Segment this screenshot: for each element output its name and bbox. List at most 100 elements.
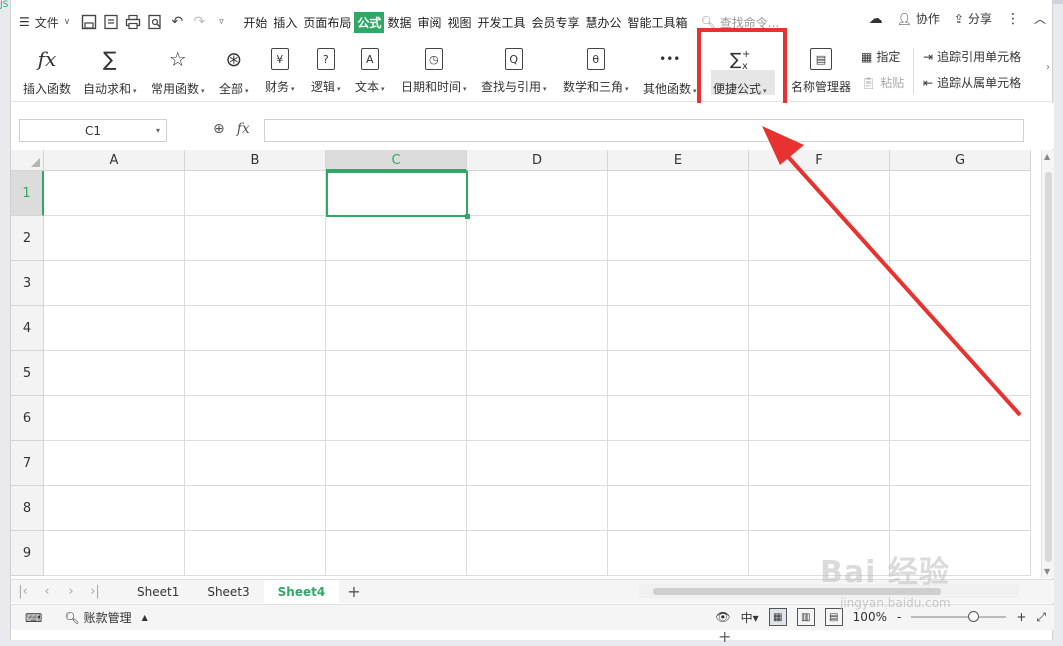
tab-page-layout[interactable]: 页面布局 [300,12,354,33]
row-header-4[interactable]: 4 [11,306,44,351]
next-sheet-icon[interactable]: › [59,584,83,599]
formula-input[interactable] [264,119,1024,142]
active-cell-highlight[interactable] [326,171,470,219]
cell-c7[interactable] [326,441,467,486]
print-preview-icon[interactable] [144,11,166,33]
column-header-d[interactable]: D [467,150,608,171]
cell-f8[interactable] [749,486,890,531]
prev-sheet-icon[interactable]: ‹ [35,584,59,599]
all-functions-button[interactable]: ⊛ 全部 ▾ [219,46,249,97]
print-icon[interactable] [122,11,144,33]
zoom-slider-knob[interactable] [968,611,980,622]
zoom-minus-button[interactable]: - [897,610,901,624]
cell-c3[interactable] [326,261,467,306]
normal-view-icon[interactable]: ▦ [768,608,787,626]
row-header-9[interactable]: 9 [11,531,44,576]
datetime-functions-button[interactable]: ◷ 日期和时间 ▾ [401,46,467,95]
zoom-plus-button[interactable]: + [1016,610,1026,624]
cell-d8[interactable] [467,486,608,531]
tab-formulas[interactable]: 公式 [354,11,385,33]
add-sheet-button[interactable]: + [347,582,360,601]
file-menu-button[interactable]: ☰ 文件 ∨ [11,9,78,35]
tab-view[interactable]: 视图 [444,12,474,33]
cell-d2[interactable] [467,216,608,261]
sheet-tab-sheet3[interactable]: Sheet3 [193,580,263,604]
lookup-functions-button[interactable]: Q 查找与引用 ▾ [481,46,547,95]
cell-a9[interactable] [44,531,185,576]
insert-function-button[interactable]: fx 插入函数 [23,46,71,97]
math-functions-button[interactable]: θ 数学和三角 ▾ [563,46,629,95]
macro-record-icon[interactable]: ⌨ [25,611,42,625]
tab-home[interactable]: 开始 [240,12,270,33]
column-header-g[interactable]: G [890,150,1031,171]
cell-a7[interactable] [44,441,185,486]
trace-dependents-button[interactable]: ⇤ 追踪从属单元格 [923,74,1021,91]
scroll-down-icon[interactable]: ▼ [1044,567,1050,576]
cell-b5[interactable] [185,351,326,396]
cell-g8[interactable] [890,486,1031,531]
row-header-3[interactable]: 3 [11,261,44,306]
vertical-scrollbar[interactable]: ▲ ▼ [1041,150,1054,578]
cell-d4[interactable] [467,306,608,351]
cell-f6[interactable] [749,396,890,441]
cell-a3[interactable] [44,261,185,306]
cell-b4[interactable] [185,306,326,351]
cell-g5[interactable] [890,351,1031,396]
zoom-formula-icon[interactable]: ⊕ [213,121,225,137]
cell-c2[interactable] [326,216,467,261]
cell-a8[interactable] [44,486,185,531]
fx-icon[interactable]: fx [237,121,250,137]
row-header-8[interactable]: 8 [11,486,44,531]
select-all-corner[interactable] [11,150,44,171]
tab-data[interactable]: 数据 [384,12,414,33]
account-management-button[interactable]: 🔍︎ 账款管理 ▲ [64,609,147,626]
cell-e5[interactable] [608,351,749,396]
cell-f1[interactable] [749,171,890,216]
cell-c5[interactable] [326,351,467,396]
cell-c6[interactable] [326,396,467,441]
column-header-a[interactable]: A [44,150,185,171]
cell-g1[interactable] [890,171,1031,216]
tab-insert[interactable]: 插入 [270,12,300,33]
sheet-tab-sheet1[interactable]: Sheet1 [123,580,193,604]
cell-a1[interactable] [44,171,185,216]
row-header-2[interactable]: 2 [11,216,44,261]
column-header-e[interactable]: E [608,150,749,171]
cell-e6[interactable] [608,396,749,441]
row-header-1[interactable]: 1 [11,171,44,216]
cell-b9[interactable] [185,531,326,576]
cell-d6[interactable] [467,396,608,441]
ribbon-scroll-right-icon[interactable]: › [1046,62,1050,73]
cell-b1[interactable] [185,171,326,216]
cell-g3[interactable] [890,261,1031,306]
name-box[interactable]: C1 ▾ [19,119,167,142]
cell-d1[interactable] [467,171,608,216]
cell-g7[interactable] [890,441,1031,486]
cloud-sync-icon[interactable]: ☁ [869,11,883,27]
other-functions-button[interactable]: ••• 其他函数 ▾ [643,46,697,97]
cell-b3[interactable] [185,261,326,306]
cell-e1[interactable] [608,171,749,216]
cell-d9[interactable] [467,531,608,576]
last-sheet-icon[interactable]: ›| [83,584,107,599]
collapse-ribbon-icon[interactable]: ︿ [1034,10,1046,27]
zoom-slider[interactable] [911,611,1007,622]
customize-toolbar-icon[interactable]: ▿ [210,11,232,33]
cell-a6[interactable] [44,396,185,441]
cell-f2[interactable] [749,216,890,261]
sheet-tab-sheet4[interactable]: Sheet4 [263,579,340,604]
cell-b2[interactable] [185,216,326,261]
tab-review[interactable]: 审阅 [414,12,444,33]
fullscreen-icon[interactable]: ⤢ [1036,610,1046,625]
save-icon[interactable] [78,11,100,33]
autosum-button[interactable]: ∑ 自动求和 ▾ [83,46,137,97]
cell-b8[interactable] [185,486,326,531]
logic-functions-button[interactable]: ? 逻辑 ▾ [311,46,341,95]
cell-c9[interactable] [326,531,467,576]
finance-functions-button[interactable]: ¥ 财务 ▾ [265,46,295,95]
cell-d5[interactable] [467,351,608,396]
tab-smart-office[interactable]: 慧办公 [583,12,625,33]
cell-e4[interactable] [608,306,749,351]
row-header-7[interactable]: 7 [11,441,44,486]
cell-f5[interactable] [749,351,890,396]
